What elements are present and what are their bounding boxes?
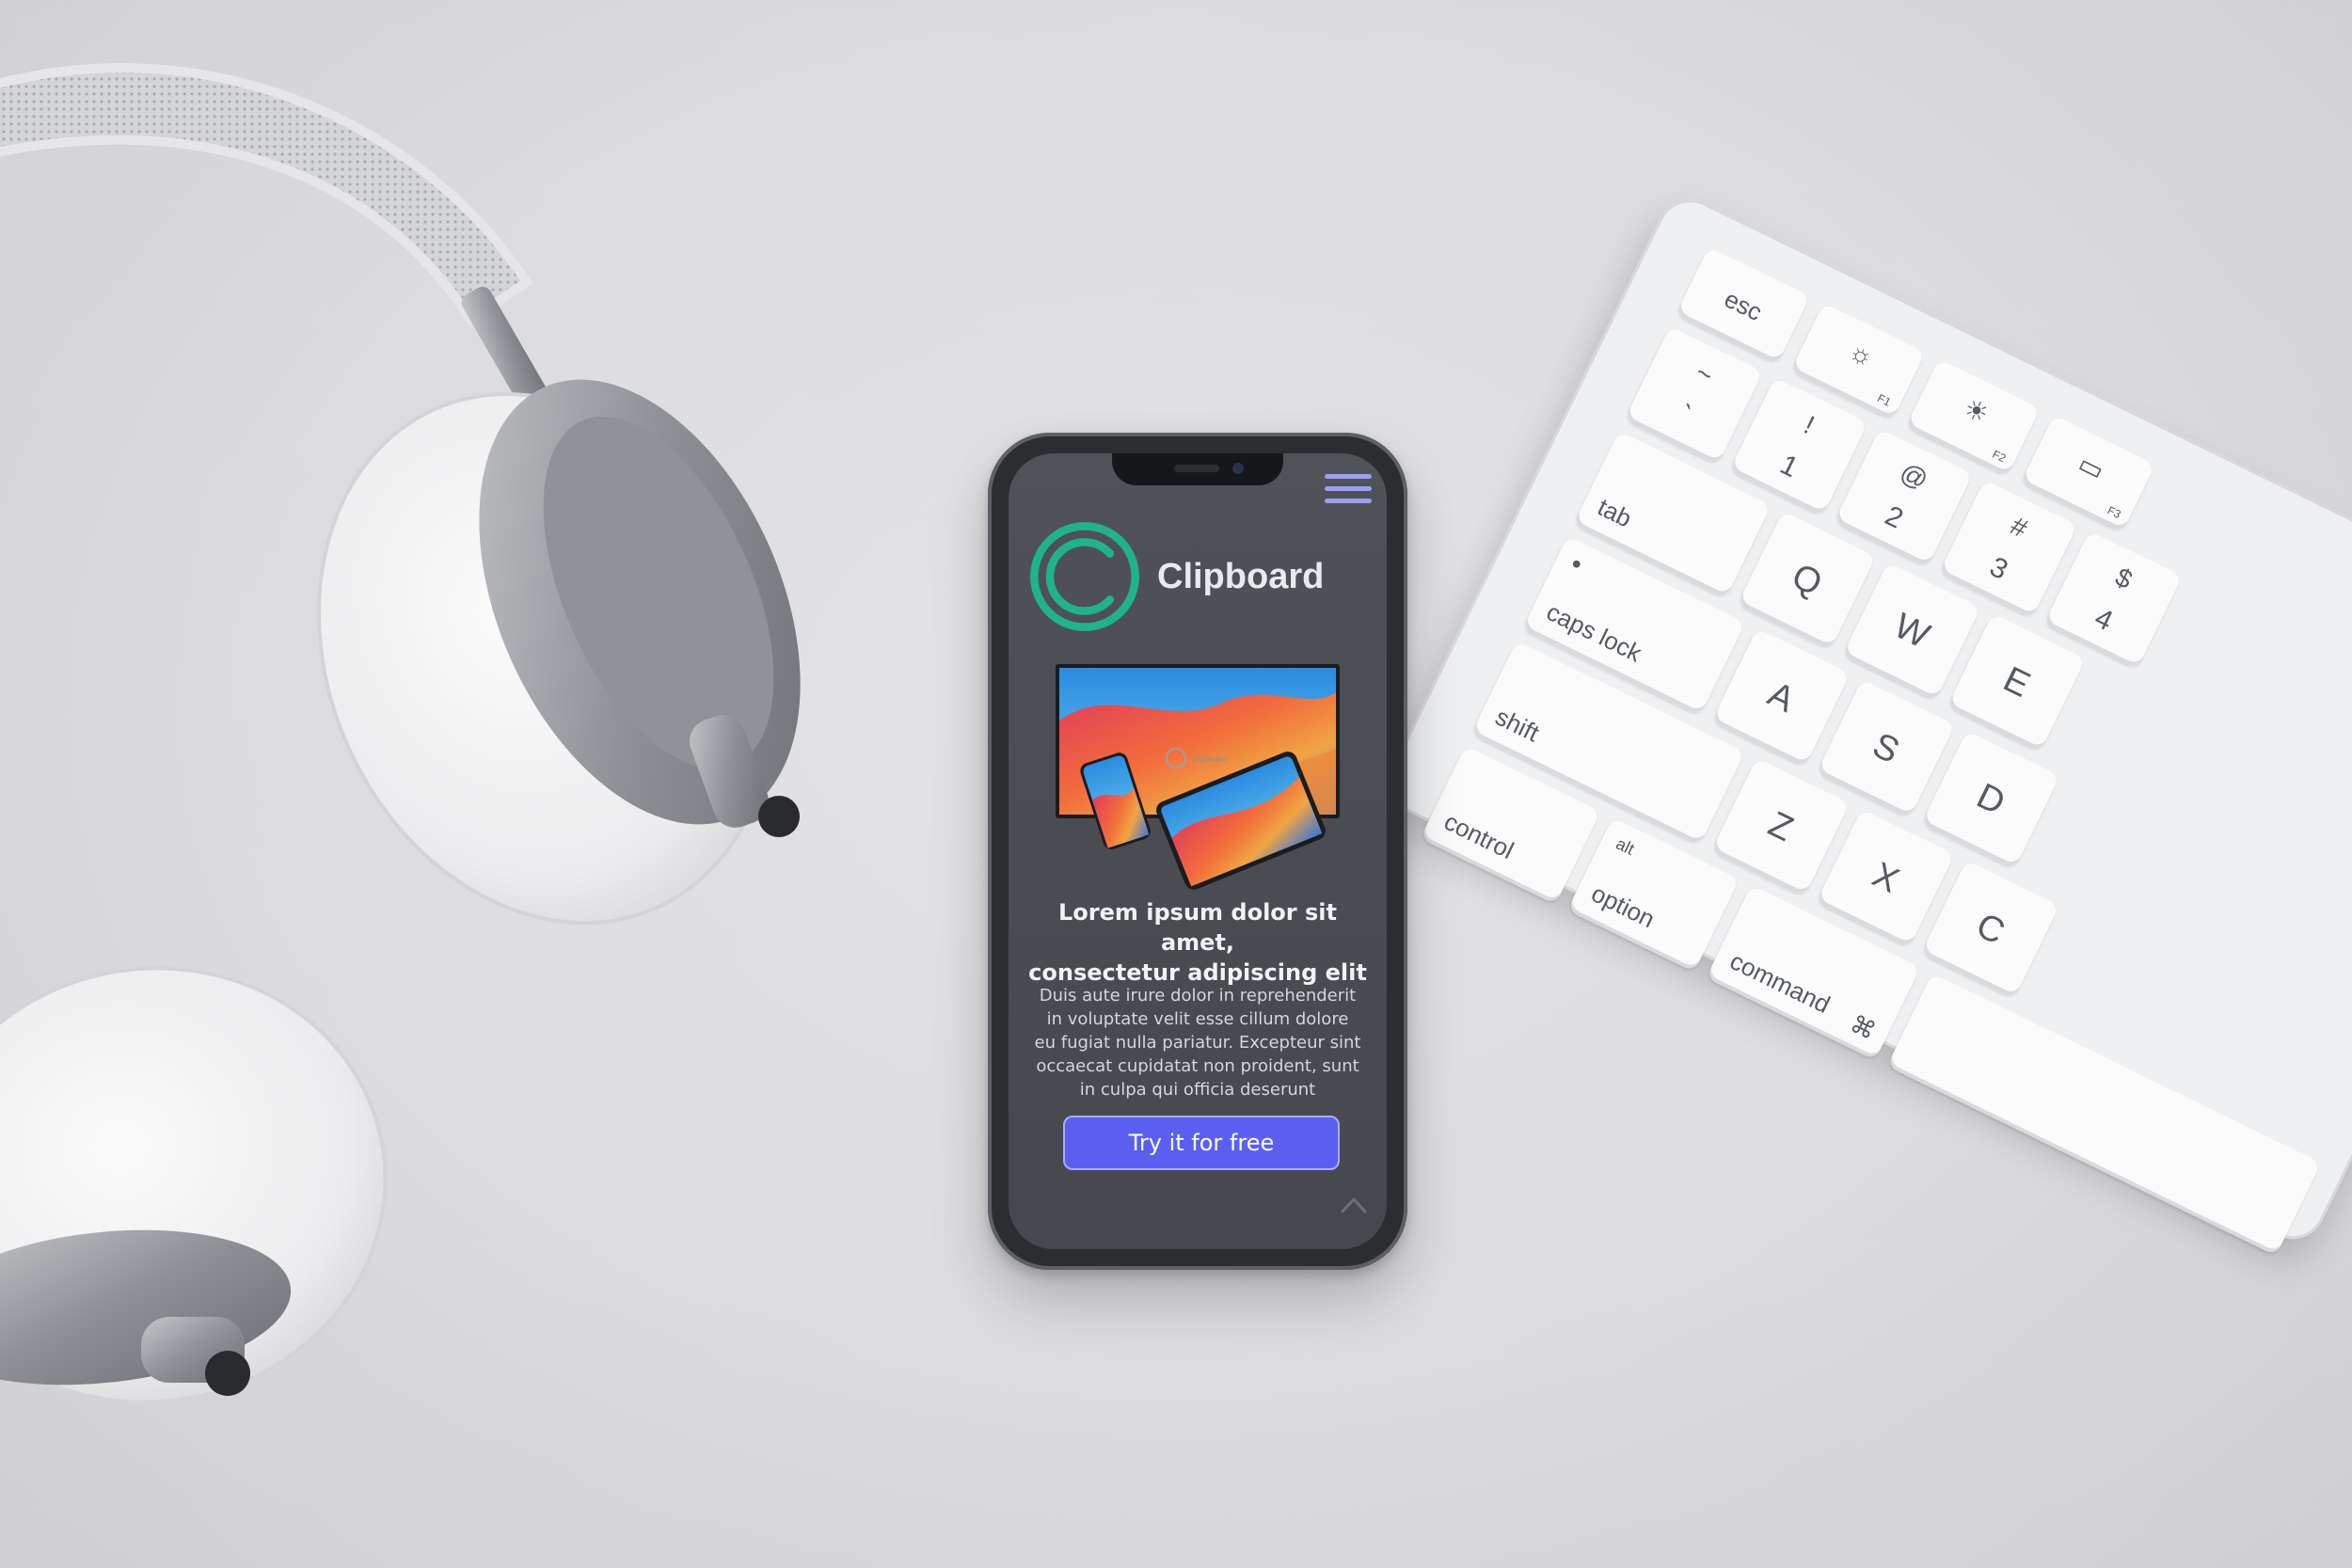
mission-control-icon: ▭ bbox=[2074, 448, 2109, 486]
phone-screen: Clipboard Clipboard Lorem ipsum dolor si… bbox=[1009, 453, 1387, 1249]
caps-lock-indicator: ● bbox=[1567, 552, 1586, 575]
hero-headline: Lorem ipsum dolor sit amet, consectetur … bbox=[1028, 899, 1367, 986]
try-free-button[interactable]: Try it for free bbox=[1063, 1116, 1340, 1170]
brightness-down-icon: ☼ bbox=[1844, 335, 1880, 373]
clipboard-logo-icon bbox=[1030, 522, 1139, 631]
notch bbox=[1112, 453, 1283, 485]
brand-header: Clipboard bbox=[1027, 519, 1324, 634]
device-logo-text: Clipboard bbox=[1191, 754, 1228, 764]
command-icon: ⌘ bbox=[1845, 1008, 1881, 1046]
devices-illustration: Clipboard bbox=[1056, 664, 1340, 890]
desk-scene: esc ☼ F1 ☀ F2 ▭ F3 ~ ` ! 1 @ 2 # 3 $ 4 t… bbox=[0, 0, 2352, 1568]
hero-description: Duis aute irure dolor in reprehenderit i… bbox=[1034, 986, 1361, 1100]
scroll-to-top-icon[interactable] bbox=[1338, 1189, 1370, 1221]
front-camera bbox=[1232, 463, 1244, 474]
hamburger-menu-icon[interactable] bbox=[1325, 474, 1372, 512]
speaker bbox=[1174, 465, 1219, 472]
smartphone: Clipboard Clipboard Lorem ipsum dolor si… bbox=[988, 433, 1407, 1270]
brightness-up-icon: ☀ bbox=[1959, 392, 1994, 430]
brand-name: Clipboard bbox=[1157, 556, 1325, 596]
